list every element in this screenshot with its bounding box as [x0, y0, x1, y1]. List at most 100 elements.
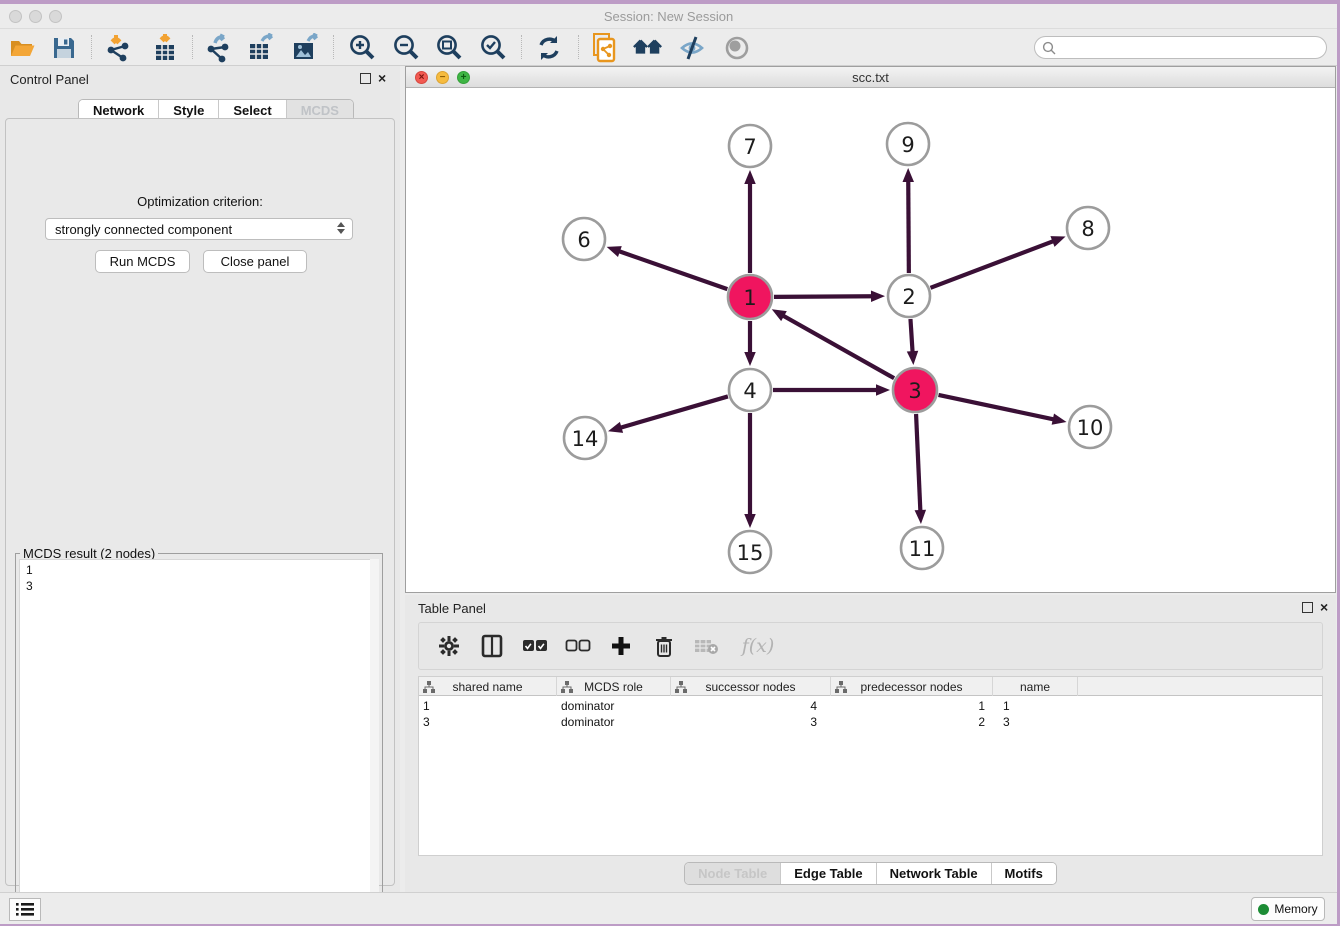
node-table: shared name MCDS role successor nodes pr…	[418, 676, 1323, 856]
tab-network-table[interactable]: Network Table	[877, 863, 992, 884]
edge-arrowhead	[903, 168, 914, 182]
edge-2-3[interactable]	[910, 319, 912, 354]
column-header-predecessor-nodes[interactable]: predecessor nodes	[831, 677, 993, 696]
import-table-button[interactable]	[149, 32, 181, 64]
float-panel-icon[interactable]	[360, 73, 371, 84]
edge-2-9[interactable]	[908, 179, 909, 273]
edge-3-11[interactable]	[916, 414, 920, 513]
unchecked-boxes-icon	[565, 639, 591, 653]
graph-node-label: 8	[1081, 217, 1094, 241]
cell-name: 3	[1003, 715, 1073, 730]
float-table-panel-icon[interactable]	[1302, 602, 1313, 613]
result-scrollbar[interactable]	[370, 559, 379, 924]
zoom-in-button[interactable]	[346, 32, 378, 64]
edge-arrowhead	[907, 351, 918, 365]
add-row-button[interactable]	[608, 633, 634, 659]
close-panel-icon[interactable]: ×	[378, 70, 386, 86]
list-icon	[16, 902, 34, 917]
edge-4-14[interactable]	[619, 396, 728, 428]
import-network-button[interactable]	[102, 32, 134, 64]
edge-arrowhead	[915, 510, 926, 524]
show-all-button[interactable]	[721, 32, 753, 64]
graph-node-label: 3	[908, 379, 921, 403]
column-header-mcds-role[interactable]: MCDS role	[557, 677, 671, 696]
tab-edge-table[interactable]: Edge Table	[781, 863, 876, 884]
export-network-button[interactable]	[202, 32, 234, 64]
save-icon	[51, 35, 77, 61]
homes-icon	[632, 34, 664, 62]
search-field[interactable]	[1034, 36, 1327, 59]
columns-icon	[481, 634, 503, 658]
new-network-from-selection-button[interactable]	[589, 32, 621, 64]
column-settings-button[interactable]	[436, 633, 462, 659]
unselect-all-button[interactable]	[565, 633, 591, 659]
zoom-fit-button[interactable]	[433, 32, 465, 64]
toolbar-separator	[333, 35, 334, 59]
new-network-from-selection-icon	[590, 32, 620, 64]
window-title: Session: New Session	[0, 9, 1337, 24]
apply-layout-button[interactable]	[533, 32, 565, 64]
table-panel-tabs: Node Table Edge Table Network Table Moti…	[405, 862, 1336, 885]
column-selector-button[interactable]	[479, 633, 505, 659]
export-image-button[interactable]	[289, 32, 321, 64]
delete-row-button[interactable]	[651, 633, 677, 659]
network-canvas[interactable]: 7968124314101511	[406, 88, 1335, 592]
edge-arrowhead	[608, 422, 623, 433]
edge-2-8[interactable]	[931, 240, 1056, 287]
export-network-icon	[203, 33, 233, 63]
network-window-title: scc.txt	[406, 70, 1335, 85]
delete-table-icon	[694, 636, 720, 656]
plus-icon	[610, 635, 632, 657]
network-window-titlebar[interactable]: × − + scc.txt	[406, 67, 1335, 88]
edge-3-1[interactable]	[781, 315, 894, 379]
optimization-criterion-label: Optimization criterion:	[6, 194, 394, 209]
edge-3-10[interactable]	[938, 395, 1055, 420]
graph-node-label: 11	[909, 537, 936, 561]
search-input[interactable]	[1061, 41, 1326, 55]
cell-mcds-role: dominator	[561, 715, 667, 730]
edge-arrowhead	[744, 170, 756, 184]
graph-node-label: 10	[1077, 416, 1104, 440]
optimization-criterion-select[interactable]: strongly connected component	[45, 218, 353, 240]
mcds-result-box: MCDS result (2 nodes) 1 3	[15, 553, 383, 924]
column-header-successor-nodes[interactable]: successor nodes	[671, 677, 831, 696]
close-panel-button[interactable]: Close panel	[203, 250, 307, 273]
mcds-result-text[interactable]: 1 3	[19, 559, 379, 924]
edge-1-2[interactable]	[774, 296, 874, 297]
tab-node-table[interactable]: Node Table	[685, 863, 781, 884]
select-all-button[interactable]	[522, 633, 548, 659]
toolbar-separator	[578, 35, 579, 59]
open-session-button[interactable]	[6, 32, 38, 64]
edge-1-6[interactable]	[617, 251, 727, 290]
memory-button[interactable]: Memory	[1251, 897, 1325, 921]
close-table-panel-icon[interactable]: ×	[1320, 599, 1328, 615]
table-row[interactable]: 3 dominator 3 2 3	[419, 714, 1322, 730]
edge-arrowhead	[1052, 414, 1067, 425]
zoom-in-icon	[347, 33, 377, 63]
table-row[interactable]: 1 dominator 4 1 1	[419, 698, 1322, 714]
column-header-name[interactable]: name	[993, 677, 1078, 696]
column-header-shared-name[interactable]: shared name	[419, 677, 557, 696]
zoom-out-button[interactable]	[390, 32, 422, 64]
run-mcds-button[interactable]: Run MCDS	[95, 250, 190, 273]
delete-table-button-disabled	[694, 633, 720, 659]
memory-label: Memory	[1274, 902, 1317, 916]
task-history-button[interactable]	[9, 898, 41, 921]
hide-selected-button[interactable]	[676, 32, 708, 64]
edge-arrowhead	[607, 246, 622, 257]
save-session-button[interactable]	[48, 32, 80, 64]
cell-successor-nodes: 4	[671, 699, 817, 714]
export-table-button[interactable]	[245, 32, 277, 64]
control-panel-header: Control Panel ×	[0, 66, 400, 92]
tab-motifs[interactable]: Motifs	[992, 863, 1056, 884]
control-panel: Control Panel × Network Style Select MCD…	[0, 66, 400, 892]
network-analyzer-button[interactable]	[632, 32, 664, 64]
cell-successor-nodes: 3	[671, 715, 817, 730]
zoom-selected-button[interactable]	[477, 32, 509, 64]
export-table-icon	[246, 33, 276, 63]
cell-predecessor-nodes: 2	[831, 715, 985, 730]
eye-slash-icon	[677, 34, 707, 62]
gear-icon	[438, 635, 460, 657]
graph-node-label: 4	[743, 379, 756, 403]
title-bar: Session: New Session	[0, 4, 1337, 29]
